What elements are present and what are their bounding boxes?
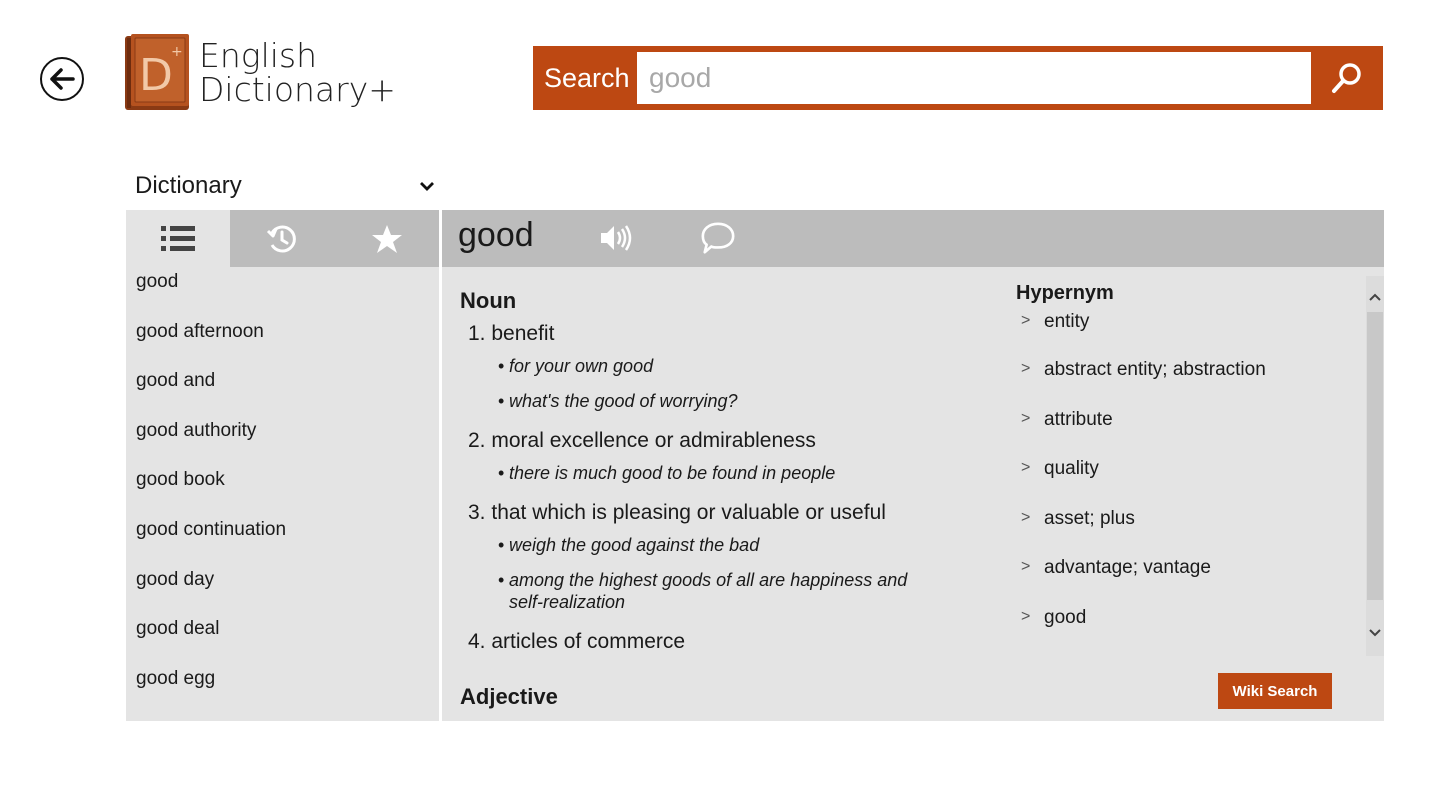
arrow-left-icon: [50, 68, 75, 90]
sense: 4. articles of commerce: [468, 630, 686, 653]
search-bar: Search: [533, 46, 1383, 110]
hypernym-scrollbar[interactable]: [1366, 276, 1384, 656]
hypernym-link[interactable]: > advantage; vantage: [1016, 551, 1356, 601]
word-title: good: [458, 216, 534, 254]
definitions: Noun 1. benefit • for your own good • what…: [460, 288, 940, 716]
part-of-speech: Adjective: [460, 684, 558, 709]
word-header: good: [442, 210, 1384, 267]
word-list-item[interactable]: good and: [126, 366, 439, 416]
part-of-speech: Noun: [460, 288, 517, 313]
pronounce-button[interactable]: [598, 220, 634, 256]
word-list-item[interactable]: good day: [126, 565, 439, 615]
hypernym-link[interactable]: > asset; plus: [1016, 502, 1356, 552]
tab-word-list[interactable]: [126, 210, 231, 267]
example: • what's the good of worrying?: [498, 391, 738, 411]
word-list-item[interactable]: good afternoon: [126, 317, 439, 367]
word-list-item[interactable]: good: [126, 267, 439, 317]
word-list-item[interactable]: good book: [126, 465, 439, 515]
example: • for your own good: [498, 356, 654, 376]
example: • weigh the good against the bad: [498, 535, 760, 555]
tab-favorites[interactable]: [335, 210, 439, 267]
star-icon: [371, 224, 402, 253]
left-tab-bar: [126, 210, 439, 267]
svg-text:+: +: [171, 44, 183, 60]
word-list-item[interactable]: good egg: [126, 664, 439, 714]
mode-dropdown[interactable]: Dictionary: [135, 170, 435, 202]
hypernym-title: Hypernym: [1016, 282, 1114, 304]
chevron-down-icon: [420, 182, 434, 191]
sense: 1. benefit: [468, 322, 555, 345]
back-button[interactable]: [40, 57, 84, 101]
mode-selected-label: Dictionary: [135, 172, 242, 199]
sense: 2. moral excellence or admirableness: [468, 429, 816, 452]
chevron-down-icon: [1369, 629, 1381, 637]
word-list-panel: good good afternoon good and good author…: [126, 210, 439, 721]
sense: 3. that which is pleasing or valuable or…: [468, 501, 886, 524]
word-list-item[interactable]: good deal: [126, 614, 439, 664]
app-title: English Dictionary+: [199, 36, 396, 109]
hypernym-link[interactable]: > entity: [1016, 305, 1356, 353]
hypernym-link[interactable]: > good: [1016, 601, 1356, 651]
chevron-up-icon: [1369, 293, 1381, 301]
search-icon: [1332, 63, 1361, 93]
word-list: good good afternoon good and good author…: [126, 267, 439, 713]
hypernym-link[interactable]: > attribute: [1016, 403, 1356, 453]
hypernym-section: Hypernym > entity > abstract entity; abstr…: [1016, 282, 1356, 651]
example: • among the highest goods of all are happ…: [498, 570, 908, 612]
search-input[interactable]: [637, 52, 1311, 104]
hypernym-link[interactable]: > abstract entity; abstraction: [1016, 353, 1356, 403]
search-button[interactable]: [1311, 46, 1383, 110]
scroll-down-button[interactable]: [1368, 626, 1382, 640]
example: • there is much good to be found in peopl…: [498, 463, 836, 483]
scroll-up-button[interactable]: [1368, 290, 1382, 304]
word-list-item[interactable]: good continuation: [126, 515, 439, 565]
hypernym-link[interactable]: > quality: [1016, 452, 1356, 502]
svg-text:D: D: [139, 50, 173, 101]
list-icon: [161, 225, 196, 251]
tab-history[interactable]: [230, 210, 334, 267]
comment-button[interactable]: [700, 220, 736, 256]
dictionary-book-icon: D +: [125, 34, 191, 112]
app-logo: D + English Dictionary+: [125, 34, 396, 112]
word-list-item[interactable]: good authority: [126, 416, 439, 466]
speech-bubble-icon: [701, 222, 735, 254]
wiki-search-button[interactable]: Wiki Search: [1218, 673, 1332, 709]
speaker-icon: [601, 225, 632, 251]
definition-panel: good Noun 1. benefit • for your own good …: [442, 210, 1384, 721]
search-label: Search: [544, 62, 630, 93]
scroll-thumb[interactable]: [1367, 312, 1383, 600]
history-icon: [267, 225, 297, 252]
